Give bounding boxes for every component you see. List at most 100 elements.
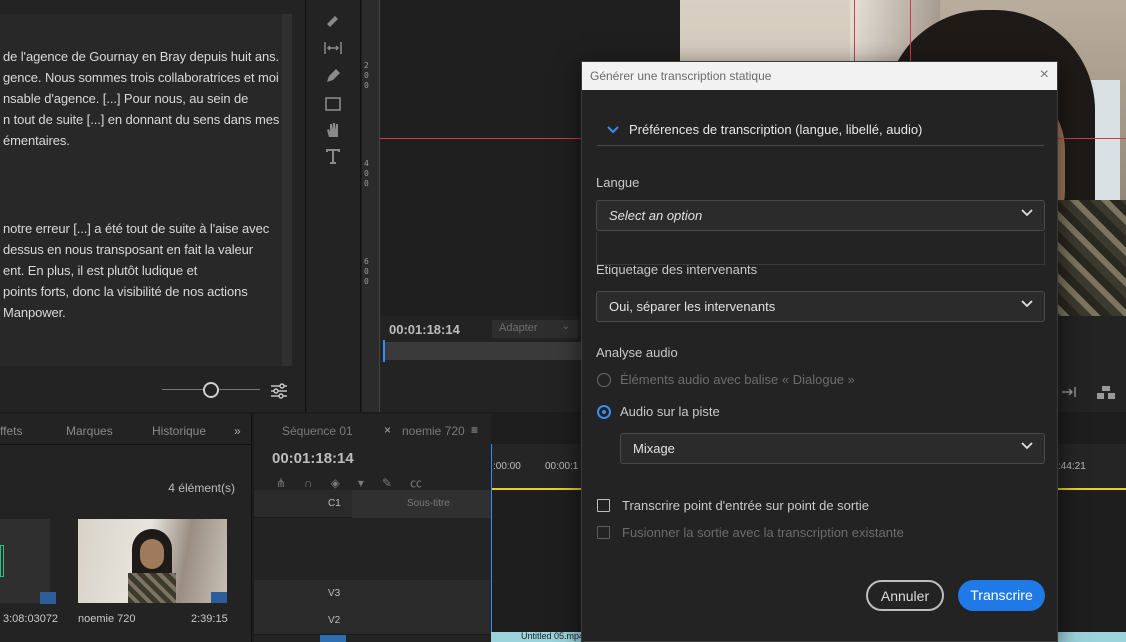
checkbox-merge[interactable] — [597, 526, 610, 539]
monitor-timecode[interactable]: 00:01:18:14 — [389, 322, 460, 337]
checkbox-merge-label: Fusionner la sortie avec la transcriptio… — [622, 525, 904, 540]
sequence-panel: Séquence 01 × noemie 720 ≡ 00:01:18:14 ⋔… — [254, 414, 491, 642]
ruler-number: 0 — [364, 277, 369, 286]
transcript-text-area[interactable]: de l'agence de Gournay en Bray depuis hu… — [0, 14, 282, 366]
transcript-line: Manpower. — [3, 305, 66, 320]
insert-icon[interactable] — [1060, 384, 1078, 400]
chevron-down-icon — [1021, 442, 1033, 450]
close-icon[interactable]: × — [1040, 66, 1049, 84]
settings-sliders-icon[interactable] — [270, 382, 288, 400]
fit-dropdown[interactable]: Adapter ⌄ — [492, 320, 578, 338]
language-dropdown-list[interactable] — [596, 232, 1045, 265]
zoom-slider-knob[interactable] — [203, 382, 219, 398]
time-tick: :00:00 — [493, 461, 521, 472]
speaker-value: Oui, séparer les intervenants — [609, 299, 776, 314]
mix-value: Mixage — [633, 441, 675, 456]
timeline-playhead[interactable] — [491, 444, 492, 642]
transcript-panel: de l'agence de Gournay en Bray depuis hu… — [0, 0, 306, 412]
tab-history[interactable]: Historique — [152, 424, 206, 438]
transcription-dialog: Générer une transcription statique × Pré… — [581, 61, 1058, 642]
radio-dialogue-label: Éléments audio avec balise « Dialogue » — [620, 372, 855, 387]
ruler-number: 4 — [364, 159, 369, 168]
clip-duration: 3:08:03072 — [3, 613, 59, 625]
section-title[interactable]: Préférences de transcription (langue, li… — [629, 122, 922, 137]
chevron-down-icon — [1021, 300, 1033, 308]
speaker-select[interactable]: Oui, séparer les intervenants — [596, 291, 1045, 322]
timeline-tool-icons[interactable]: ⋔∩◈▾✎㏄ — [276, 474, 466, 490]
ruler-number: 0 — [364, 71, 369, 80]
export-frame-icon[interactable] — [1096, 384, 1116, 400]
track-v1-target[interactable] — [320, 635, 346, 642]
sequence-timecode[interactable]: 00:01:18:14 — [272, 450, 354, 467]
close-tab-icon[interactable]: × — [384, 423, 391, 437]
clip-duration: 2:39:15 — [191, 613, 228, 625]
checkbox-inout[interactable] — [597, 499, 610, 512]
clip-thumbnail[interactable] — [0, 519, 56, 604]
checkbox-inout-label: Transcrire point d'entrée sur point de s… — [622, 498, 869, 513]
playhead[interactable] — [383, 340, 385, 362]
mix-select[interactable]: Mixage — [620, 433, 1045, 464]
transcribe-button[interactable]: Transcrire — [958, 580, 1045, 611]
language-select[interactable]: Select an option — [596, 200, 1045, 231]
more-tabs-icon[interactable]: » — [234, 424, 241, 438]
fit-label: Adapter — [499, 322, 538, 334]
tab-markers[interactable]: Marques — [66, 424, 113, 438]
ruler-number: 0 — [364, 169, 369, 178]
dialog-title-bar[interactable]: Générer une transcription statique × — [582, 62, 1057, 90]
transcript-scrollbar[interactable] — [282, 14, 292, 366]
audio-badge-icon — [211, 592, 227, 603]
radio-track[interactable] — [597, 405, 611, 419]
audio-label: Analyse audio — [596, 345, 678, 360]
track-name: Sous-titre — [407, 498, 450, 509]
ruler-number: 2 — [364, 61, 369, 70]
tools-panel — [307, 0, 361, 412]
time-tick: :44:21 — [1058, 461, 1086, 472]
transcript-line: gence. Nous sommes trois collaboratrices… — [3, 70, 279, 85]
cancel-button[interactable]: Annuler — [866, 580, 944, 611]
ruler-number: 0 — [364, 267, 369, 276]
chevron-down-icon: ⌄ — [561, 321, 570, 332]
rectangle-tool-icon[interactable] — [323, 94, 343, 114]
vertical-ruler: 2 0 0 4 0 0 6 0 0 — [362, 0, 380, 412]
transcript-line: ent. En plus, il est plutôt ludique et — [3, 263, 198, 278]
track-v3[interactable]: V3 — [254, 580, 491, 608]
slip-tool-icon[interactable] — [323, 38, 343, 58]
track-id: C1 — [328, 498, 341, 509]
panel-menu-icon[interactable]: ≡ — [471, 423, 478, 437]
ruler-number: 6 — [364, 257, 369, 266]
track-c1[interactable]: C1 Sous-titre — [254, 490, 491, 518]
language-placeholder: Select an option — [609, 208, 703, 223]
pen-tool-icon[interactable] — [323, 66, 343, 86]
dialog-title: Générer une transcription statique — [590, 69, 772, 83]
tab-sequence-01[interactable]: Séquence 01 — [282, 424, 353, 438]
hand-tool-icon[interactable] — [323, 120, 343, 140]
section-divider — [597, 145, 1044, 146]
tab-effects[interactable]: ffets — [0, 424, 22, 438]
type-tool-icon[interactable] — [323, 146, 343, 166]
clip-name[interactable]: noemie 720 — [78, 613, 136, 625]
razor-tool-icon[interactable] — [323, 10, 343, 30]
radio-track-label: Audio sur la piste — [620, 404, 720, 419]
monitor-scrub-bar[interactable] — [383, 342, 583, 360]
transcript-line: n tout de suite [...] en donnant du sens… — [3, 112, 280, 127]
time-tick: 00:00:1 — [545, 461, 579, 472]
transcript-line: émentaires. — [3, 133, 70, 148]
chevron-down-icon — [1021, 209, 1033, 217]
audio-badge-icon — [40, 592, 56, 604]
clip-thumbnail[interactable] — [78, 519, 227, 603]
chevron-down-icon[interactable] — [606, 123, 620, 137]
track-id: V3 — [328, 588, 341, 599]
transcript-line: de l'agence de Gournay en Bray depuis hu… — [3, 49, 280, 64]
transcript-line: dessus en nous transposant en fait la va… — [3, 242, 253, 257]
ruler-number: 0 — [364, 179, 369, 188]
radio-dialogue[interactable] — [597, 373, 611, 387]
track-id: V2 — [328, 615, 341, 626]
transcript-line: nsable d'agence. [...] Pour nous, au sei… — [3, 91, 249, 106]
transcript-line: notre erreur [...] a été tout de suite à… — [3, 221, 270, 236]
track-v2[interactable]: V2 — [254, 607, 491, 635]
language-label: Langue — [596, 175, 640, 190]
ruler-number: 0 — [364, 81, 369, 90]
transcript-line: points forts, donc la visibilité de nos … — [3, 284, 248, 299]
item-count: 4 élément(s) — [168, 481, 235, 495]
tab-noemie-720[interactable]: noemie 720 — [402, 424, 465, 438]
